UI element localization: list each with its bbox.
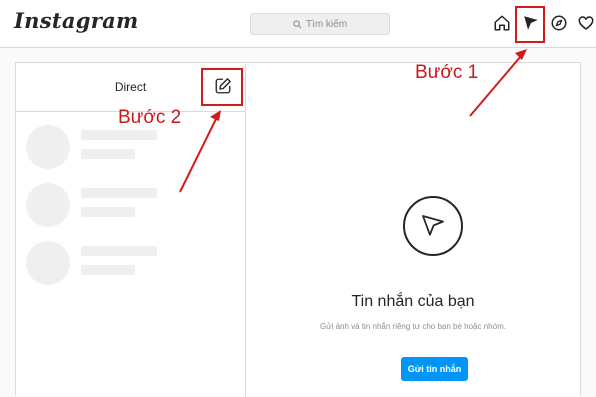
step2-highlight-box — [201, 68, 243, 106]
search-placeholder: Tìm kiếm — [305, 18, 348, 30]
empty-state-subtitle: Gửi ảnh và tin nhắn riêng tư cho bạn bè … — [320, 322, 506, 331]
avatar-placeholder — [26, 241, 70, 285]
conversation-placeholder — [26, 125, 236, 169]
send-message-button[interactable]: Gửi tin nhắn — [401, 357, 468, 381]
preview-placeholder — [81, 265, 135, 275]
direct-message-icon — [403, 196, 463, 256]
conversation-placeholder — [26, 183, 236, 227]
avatar-placeholder — [26, 183, 70, 227]
name-placeholder — [81, 246, 157, 256]
step2-label: Bước 2 — [118, 107, 182, 128]
preview-placeholder — [81, 149, 135, 159]
name-placeholder — [81, 130, 157, 140]
home-icon[interactable] — [493, 14, 511, 32]
name-placeholder — [81, 188, 157, 198]
explore-compass-icon[interactable] — [550, 14, 568, 32]
instagram-logo[interactable]: Instagram — [14, 8, 139, 33]
preview-placeholder — [81, 207, 135, 217]
conversation-placeholder — [26, 241, 236, 285]
message-empty-state: Tin nhắn của bạn Gửi ảnh và tin nhắn riê… — [245, 63, 581, 397]
empty-state-title: Tin nhắn của bạn — [351, 293, 475, 310]
step1-label: Bước 1 — [415, 62, 479, 83]
direct-inbox-panel: Direct Tin nhắn của bạn Gửi ảnh và tin n… — [15, 62, 581, 397]
avatar-placeholder — [26, 125, 70, 169]
heart-icon[interactable] — [577, 14, 595, 32]
step1-highlight-box — [515, 6, 545, 43]
top-navigation-bar: Instagram Tìm kiếm — [0, 0, 596, 48]
search-input[interactable]: Tìm kiếm — [250, 13, 390, 35]
search-icon — [293, 19, 302, 28]
